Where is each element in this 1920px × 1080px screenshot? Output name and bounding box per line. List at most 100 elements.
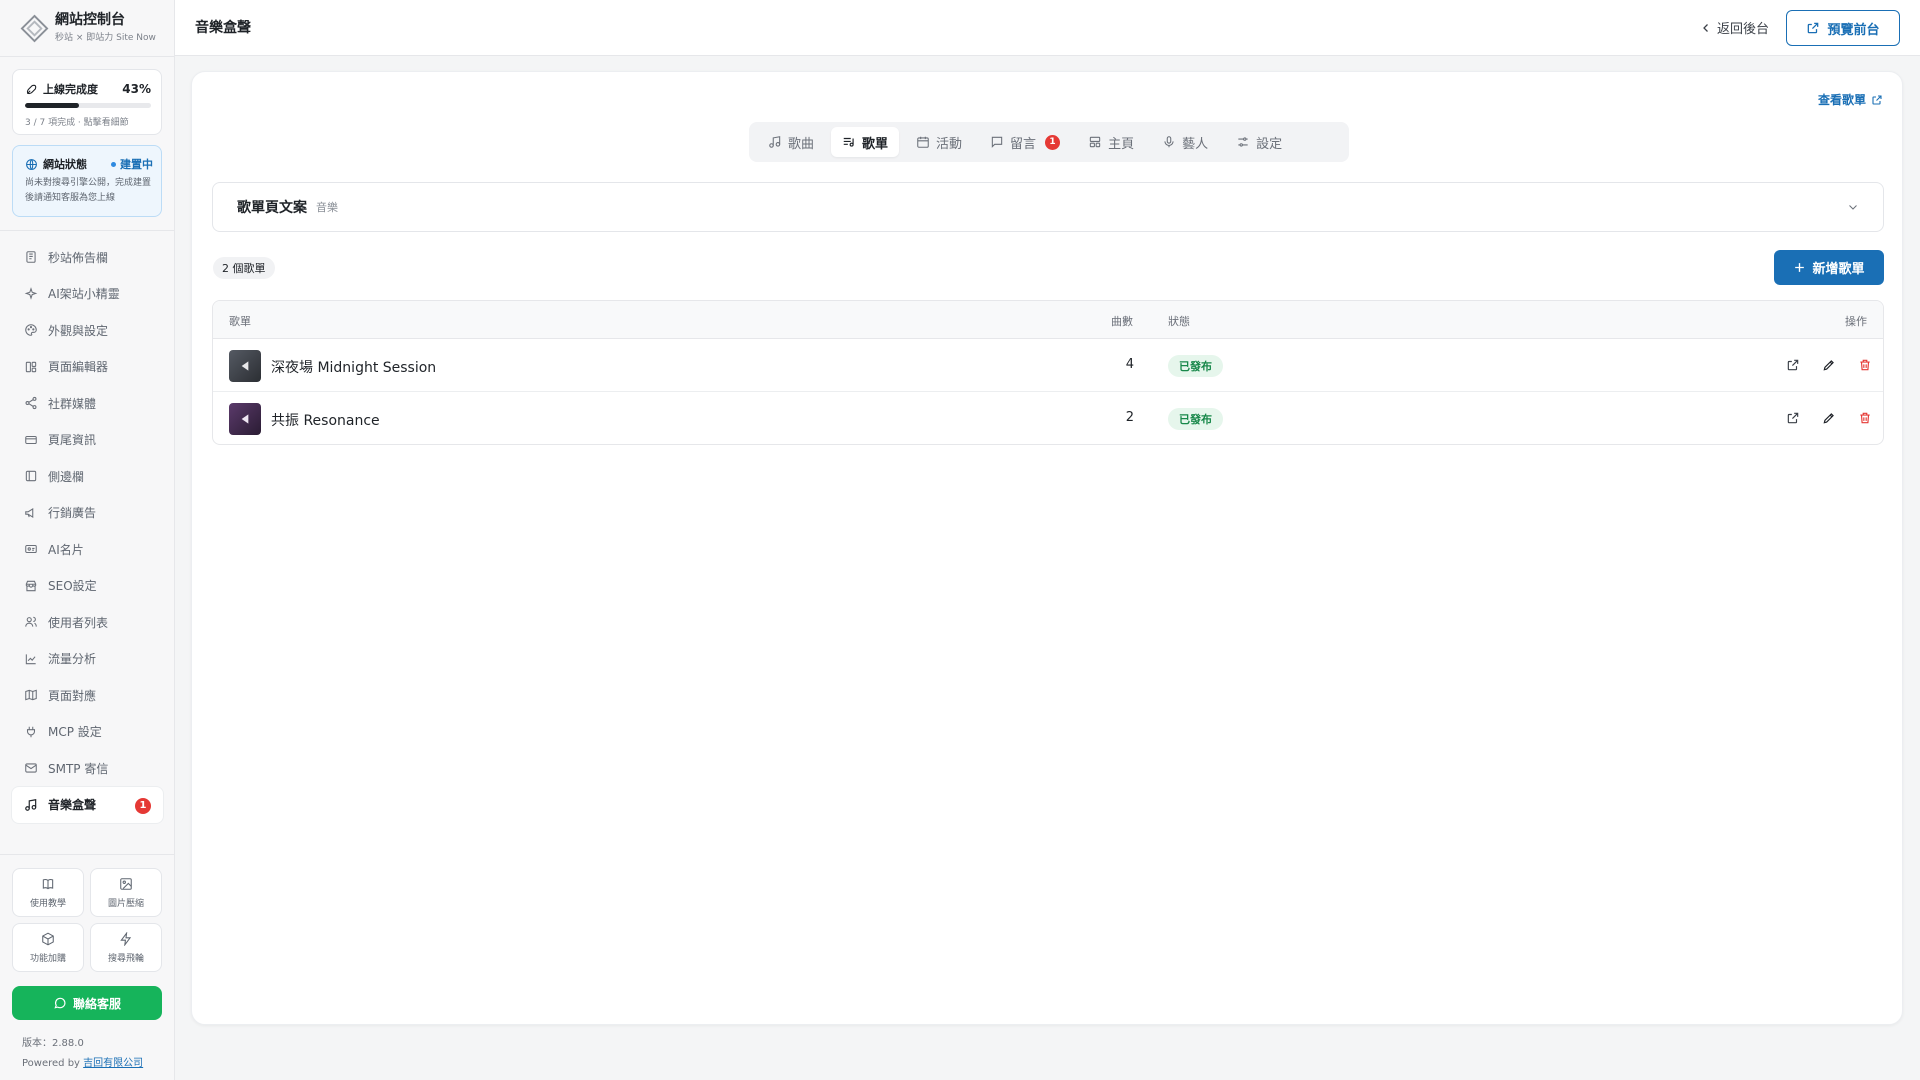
back-to-admin-link[interactable]: 返回後台 <box>1700 18 1769 37</box>
site-status-label: 網站狀態 <box>43 158 87 171</box>
tab-home[interactable]: 主頁 <box>1077 127 1145 157</box>
site-status-note: 尚未對搜尋引擎公開，完成建置後請通知客服為您上線 <box>25 178 152 203</box>
logo-icon <box>20 14 49 43</box>
company-link[interactable]: 吉回有限公司 <box>83 1058 143 1069</box>
tool-image-compress-button[interactable]: 圖片壓縮 <box>90 868 162 917</box>
music-tabs: 歌曲 歌單 活動 留言 1 主頁 藝人 設定 <box>749 122 1349 162</box>
preview-frontend-button[interactable]: 預覽前台 <box>1786 10 1900 46</box>
sidebar-item-label: 使用者列表 <box>48 615 109 630</box>
app: 網站控制台 秒站 × 即站力 Site Now 上線完成度 43% 3 / 7 … <box>0 0 1920 1080</box>
sidebar-item-label: AI架站小精靈 <box>48 287 120 302</box>
share-icon <box>25 397 37 410</box>
view-playlists-link[interactable]: 查看歌單 <box>1818 91 1883 108</box>
sidebar-item-label: 頁尾資訊 <box>48 433 97 448</box>
divider <box>0 230 175 231</box>
external-link-icon <box>1808 22 1819 34</box>
megaphone-icon <box>25 507 34 518</box>
edit-playlist-button[interactable] <box>1822 358 1836 372</box>
chat-icon <box>54 997 66 1009</box>
sidebar-item-ai-wizard[interactable]: AI架站小精靈 <box>12 276 163 313</box>
topbar: 音樂盒聲 返回後台 預覽前台 <box>175 0 1920 56</box>
progress-note: 3 / 7 項完成 · 點擊看細節 <box>25 118 129 128</box>
divider <box>0 56 175 57</box>
tool-tutorial-button[interactable]: 使用教學 <box>12 868 84 917</box>
open-playlist-button[interactable] <box>1786 358 1800 372</box>
play-back-icon <box>241 361 249 371</box>
layout-icon <box>1089 136 1101 148</box>
sidebar-item-label: 音樂盒聲 <box>48 798 97 813</box>
tab-label: 藝人 <box>1182 136 1209 152</box>
progress-label: 上線完成度 <box>43 83 98 96</box>
sidebar-item-smtp[interactable]: SMTP 寄信 <box>12 750 163 787</box>
sidebar-item-bulletin[interactable]: 秒站佈告欄 <box>12 239 163 276</box>
progress-bar <box>25 103 151 108</box>
header-name: 歌單 <box>229 315 251 328</box>
tab-events[interactable]: 活動 <box>905 127 973 157</box>
sidebar-item-users[interactable]: 使用者列表 <box>12 604 163 641</box>
version-text: 版本：2.88.0 <box>22 1038 84 1049</box>
tab-settings[interactable]: 設定 <box>1225 127 1293 157</box>
sliders-icon <box>1238 137 1248 147</box>
sidebar-item-sidebar[interactable]: 側邊欄 <box>12 458 163 495</box>
site-status-card[interactable]: 網站狀態 建置中 尚未對搜尋引擎公開，完成建置後請通知客服為您上線 <box>12 145 162 217</box>
playlist-copy-section-toggle[interactable]: 歌單頁文案 音樂 <box>212 182 1884 232</box>
header-status: 狀態 <box>1168 315 1190 328</box>
list-music-icon <box>843 137 854 147</box>
sidebar-item-marketing[interactable]: 行銷廣告 <box>12 495 163 532</box>
sidebar-item-label: 流量分析 <box>48 652 97 667</box>
table-row: 共振 Resonance 2 已發布 <box>213 392 1883 444</box>
contact-support-button[interactable]: 聯絡客服 <box>12 986 162 1020</box>
sidebar-item-mcp[interactable]: MCP 設定 <box>12 714 163 751</box>
box-icon <box>42 932 54 945</box>
sidebar-item-label: 外觀與設定 <box>48 323 109 338</box>
tab-songs[interactable]: 歌曲 <box>757 127 825 157</box>
bolt-icon <box>120 931 132 946</box>
sidebar-item-social[interactable]: 社群媒體 <box>12 385 163 422</box>
users-icon <box>25 617 37 627</box>
brand[interactable]: 網站控制台 秒站 × 即站力 Site Now <box>20 11 156 43</box>
sidebar-item-ai-card[interactable]: AI名片 <box>12 531 163 568</box>
sidebar-item-analytics[interactable]: 流量分析 <box>12 641 163 678</box>
track-count-value: 2 <box>1125 410 1134 425</box>
launch-progress-card[interactable]: 上線完成度 43% 3 / 7 項完成 · 點擊看細節 <box>12 69 162 135</box>
sidebar-item-appearance[interactable]: 外觀與設定 <box>12 312 163 349</box>
external-link-icon <box>1787 412 1799 424</box>
sidebar-nav: 秒站佈告欄 AI架站小精靈 外觀與設定 頁面編輯器 社群媒體 頁尾資訊 側邊欄 … <box>12 239 163 823</box>
chart-line-icon <box>25 654 36 664</box>
sidebar-item-label: 行銷廣告 <box>48 506 97 521</box>
sidebar-item-page-mapping[interactable]: 頁面對應 <box>12 677 163 714</box>
pencil-icon <box>1823 360 1834 371</box>
progress-percent: 43% <box>122 82 151 96</box>
delete-playlist-button[interactable] <box>1858 411 1872 425</box>
open-playlist-button[interactable] <box>1786 411 1800 425</box>
tool-addons-button[interactable]: 功能加購 <box>12 923 84 972</box>
table-row: 深夜場 Midnight Session 4 已發布 <box>213 339 1883 392</box>
sidebar: 網站控制台 秒站 × 即站力 Site Now 上線完成度 43% 3 / 7 … <box>0 0 175 1080</box>
pencil-icon <box>1823 413 1834 424</box>
section-title: 歌單頁文案 <box>237 200 307 216</box>
tab-comments[interactable]: 留言 1 <box>979 127 1071 157</box>
tab-playlists[interactable]: 歌單 <box>831 127 900 157</box>
add-playlist-button[interactable]: 新增歌單 <box>1774 250 1884 285</box>
trash-icon <box>1860 359 1870 371</box>
playlist-count-badge: 2 個歌單 <box>213 257 275 279</box>
tab-label: 歌曲 <box>788 136 815 152</box>
music-note-icon <box>769 136 781 148</box>
tools-grid: 使用教學 圖片壓縮 功能加購 搜尋飛輪 <box>12 868 163 972</box>
progress-bar-fill <box>25 103 80 108</box>
card-icon <box>25 435 37 444</box>
tool-label: 功能加購 <box>29 953 66 964</box>
edit-playlist-button[interactable] <box>1822 411 1836 425</box>
tool-search-flywheel-button[interactable]: 搜尋飛輪 <box>90 923 162 972</box>
delete-playlist-button[interactable] <box>1858 358 1872 372</box>
sidebar-item-footer[interactable]: 頁尾資訊 <box>12 422 163 459</box>
sidebar-item-page-editor[interactable]: 頁面編輯器 <box>12 349 163 386</box>
sidebar-item-label: 頁面編輯器 <box>48 360 109 375</box>
table-header: 歌單 曲數 狀態 操作 <box>213 301 1883 339</box>
powered-by: Powered by 吉回有限公司 <box>22 1054 143 1069</box>
tab-artists[interactable]: 藝人 <box>1151 127 1219 157</box>
sidebar-item-seo[interactable]: SEO設定 <box>12 568 163 605</box>
sidebar-item-music[interactable]: 音樂盒聲 1 <box>12 786 163 823</box>
back-label: 返回後台 <box>1717 22 1770 37</box>
plug-icon <box>26 726 36 737</box>
